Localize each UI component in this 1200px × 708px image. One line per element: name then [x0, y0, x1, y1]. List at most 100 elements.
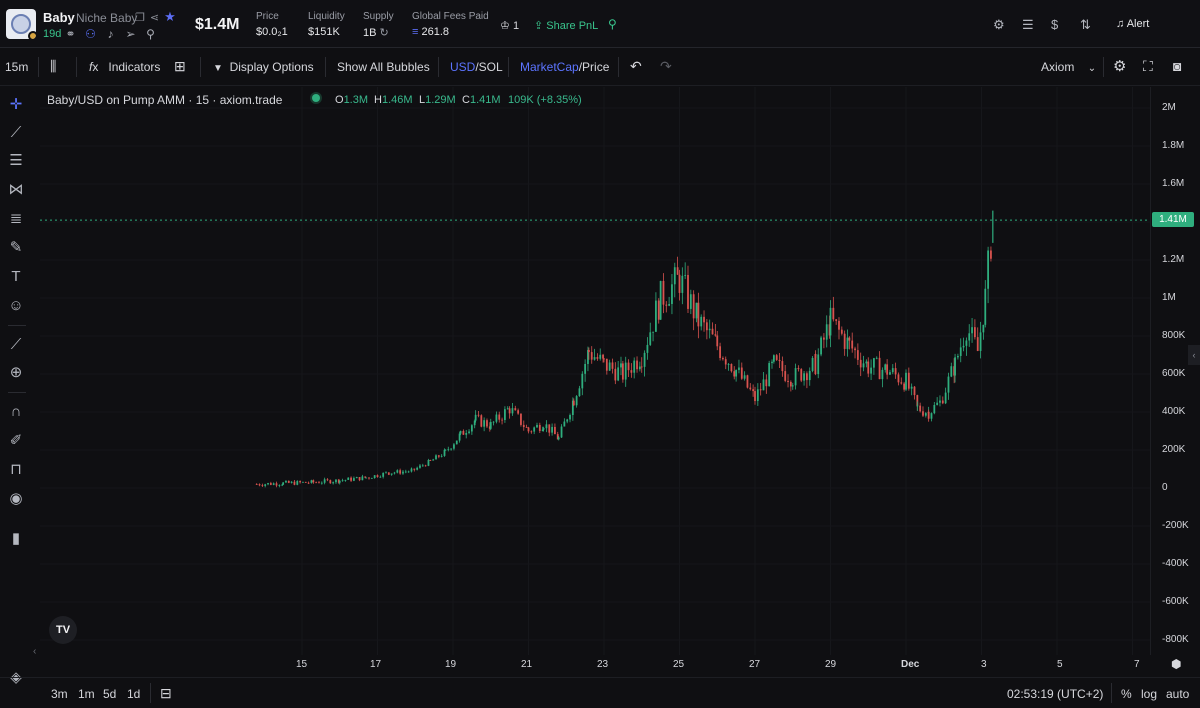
- holders-button[interactable]: ♔ 1: [500, 19, 519, 32]
- price-axis-label: 800K: [1162, 330, 1186, 341]
- candle-body: [668, 304, 671, 306]
- candle-style-icon[interactable]: ⫼: [50, 58, 56, 75]
- candle-body: [865, 361, 868, 364]
- candle-body: [480, 415, 483, 427]
- tradingview-logo-icon[interactable]: TV: [49, 616, 77, 644]
- redo-icon[interactable]: ↷: [660, 58, 672, 75]
- layout-grid-icon[interactable]: ⊞: [174, 58, 186, 75]
- telegram-icon[interactable]: ➢: [124, 27, 137, 41]
- list-filter-icon[interactable]: ☰: [1022, 17, 1034, 33]
- trendline-icon[interactable]: ⟋: [6, 123, 26, 143]
- candle-body: [947, 376, 950, 393]
- ohlc-low: L1.29M: [419, 94, 456, 106]
- candle-body: [353, 478, 355, 481]
- price-chart[interactable]: [40, 87, 1150, 655]
- auto-toggle[interactable]: auto: [1166, 687, 1189, 701]
- pin-icon[interactable]: ⚲: [608, 17, 617, 31]
- candle-body: [338, 480, 341, 483]
- tiktok-icon[interactable]: ♪: [104, 27, 117, 41]
- candle-body: [789, 381, 792, 387]
- candle-body: [867, 361, 870, 374]
- share-pnl-button[interactable]: ⇪ Share PnL: [534, 19, 598, 32]
- ruler-icon[interactable]: ⟋: [6, 335, 26, 355]
- share-icon[interactable]: ⋖: [150, 11, 159, 24]
- candle-body: [444, 449, 447, 451]
- candle-body: [272, 483, 275, 485]
- price-axis-label: 1M: [1162, 292, 1176, 303]
- log-toggle[interactable]: log: [1141, 687, 1157, 701]
- percent-toggle[interactable]: %: [1121, 687, 1132, 701]
- price-axis-label: 1.8M: [1162, 140, 1185, 151]
- visibility-icon[interactable]: ◉: [6, 489, 26, 509]
- horizontal-lines-icon[interactable]: ☰: [6, 151, 26, 171]
- collapse-right-icon[interactable]: ‹: [1188, 345, 1200, 365]
- token-logo[interactable]: [6, 9, 36, 39]
- star-icon[interactable]: ★: [164, 10, 176, 24]
- text-icon[interactable]: T: [6, 267, 26, 287]
- candle-body: [267, 483, 269, 485]
- candle-body: [344, 479, 347, 481]
- range-3m[interactable]: 3m: [51, 687, 68, 701]
- link-icon[interactable]: ⚭: [64, 27, 77, 41]
- range-1m[interactable]: 1m: [78, 687, 95, 701]
- swap-arrows-icon[interactable]: ⇅: [1080, 17, 1091, 33]
- candle-body: [443, 449, 446, 456]
- currency-toggle[interactable]: USD/SOL: [450, 60, 503, 74]
- candle-body: [976, 337, 979, 351]
- brush-icon[interactable]: ✎: [6, 238, 26, 258]
- show-bubbles-button[interactable]: Show All Bubbles: [337, 60, 430, 74]
- fib-icon[interactable]: ≣: [6, 209, 26, 229]
- range-1d[interactable]: 1d: [127, 687, 140, 701]
- camera-icon[interactable]: ◙: [1173, 58, 1181, 74]
- metric-toggle[interactable]: MarketCap/Price: [520, 60, 609, 74]
- indicators-button[interactable]: fx Indicators: [89, 60, 160, 74]
- candle-body: [735, 369, 738, 377]
- candle-body: [924, 413, 927, 416]
- source-selector[interactable]: Axiom ⌄: [1041, 60, 1096, 74]
- crosshair-icon[interactable]: ✛: [6, 95, 26, 115]
- candle-body: [950, 366, 953, 377]
- pattern-icon[interactable]: ⋈: [6, 180, 26, 200]
- zoom-in-icon[interactable]: ⊕: [6, 363, 26, 383]
- last-price-tag: 1.41M: [1152, 212, 1194, 227]
- community-icon[interactable]: ⚇: [84, 27, 97, 41]
- candle-body: [697, 302, 700, 327]
- copy-icon[interactable]: ❐: [135, 11, 145, 24]
- candle-body: [302, 481, 304, 483]
- display-options-button[interactable]: ▼ Display Options: [213, 60, 314, 74]
- ohlc-close: C1.41M: [462, 94, 501, 106]
- settings-icon[interactable]: ⚙: [993, 17, 1005, 33]
- candle-body: [689, 294, 692, 309]
- candle-body: [900, 382, 903, 384]
- goto-date-icon[interactable]: ⊟: [160, 685, 172, 702]
- alert-button[interactable]: ♫ Alert: [1116, 18, 1149, 30]
- undo-icon[interactable]: ↶: [630, 58, 642, 75]
- candle-body: [358, 477, 361, 481]
- dollar-icon[interactable]: $: [1051, 17, 1058, 32]
- candle-body: [659, 280, 662, 320]
- candle-body: [811, 357, 814, 371]
- trash-icon[interactable]: ▮: [6, 529, 26, 549]
- candle-body: [275, 483, 278, 486]
- collapse-left-icon[interactable]: ‹: [33, 646, 36, 657]
- chart-settings-icon[interactable]: ⚙: [1113, 57, 1126, 75]
- lock-icon[interactable]: ⊓: [6, 460, 26, 480]
- candle-body: [765, 379, 768, 387]
- clock-display[interactable]: 02:53:19 (UTC+2): [1007, 687, 1103, 701]
- lock-drawings-icon[interactable]: ✐: [6, 431, 26, 451]
- candle-body: [711, 328, 714, 335]
- interval-selector[interactable]: 15m: [5, 60, 28, 74]
- magnet-icon[interactable]: ∩: [6, 402, 26, 422]
- range-5d[interactable]: 5d: [103, 687, 116, 701]
- candle-body: [695, 302, 698, 319]
- axis-settings-icon[interactable]: ⬢: [1171, 657, 1181, 671]
- search-icon[interactable]: ⚲: [144, 27, 157, 41]
- refresh-icon[interactable]: ↻: [380, 27, 389, 39]
- candle-body: [605, 358, 608, 371]
- candle-body: [822, 337, 825, 340]
- fullscreen-icon[interactable]: ⛶: [1143, 58, 1153, 75]
- candle-body: [662, 280, 665, 305]
- emoji-icon[interactable]: ☺: [6, 296, 26, 316]
- candle-body: [825, 324, 828, 340]
- candle-body: [399, 470, 402, 474]
